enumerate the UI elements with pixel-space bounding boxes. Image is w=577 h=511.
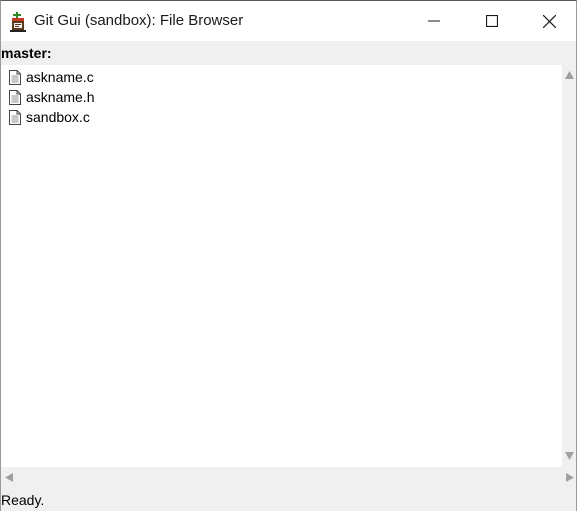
title-bar[interactable]: Git Gui (sandbox): File Browser	[1, 1, 576, 41]
window-title: Git Gui (sandbox): File Browser	[34, 12, 244, 29]
scroll-left-arrow-icon[interactable]	[5, 473, 13, 482]
maximize-button[interactable]	[463, 1, 521, 41]
vertical-scrollbar[interactable]	[562, 65, 576, 467]
file-icon	[9, 109, 21, 125]
file-item-askname-c[interactable]: askname.c	[9, 67, 94, 87]
minimize-icon	[428, 20, 440, 22]
file-name: askname.c	[26, 69, 94, 85]
file-browser-window: Git Gui (sandbox): File Browser master:	[0, 0, 577, 511]
maximize-icon	[486, 15, 498, 27]
file-icon	[9, 89, 21, 105]
close-button[interactable]	[520, 1, 576, 41]
file-name: askname.h	[26, 89, 95, 105]
branch-label: master:	[1, 45, 52, 61]
minimize-button[interactable]	[405, 1, 463, 41]
file-name: sandbox.c	[26, 109, 90, 125]
scroll-down-arrow-icon[interactable]	[565, 452, 574, 460]
file-item-sandbox-c[interactable]: sandbox.c	[9, 107, 90, 127]
horizontal-scrollbar[interactable]	[1, 467, 576, 487]
close-icon	[542, 14, 556, 28]
file-item-askname-h[interactable]: askname.h	[9, 87, 94, 107]
scroll-right-arrow-icon[interactable]	[566, 473, 574, 482]
file-list[interactable]: askname.c askname.h sandbox.c	[1, 65, 562, 467]
status-text: Ready.	[1, 492, 45, 508]
scroll-up-arrow-icon[interactable]	[565, 71, 574, 79]
file-icon	[9, 69, 21, 85]
git-gui-icon	[10, 12, 26, 32]
